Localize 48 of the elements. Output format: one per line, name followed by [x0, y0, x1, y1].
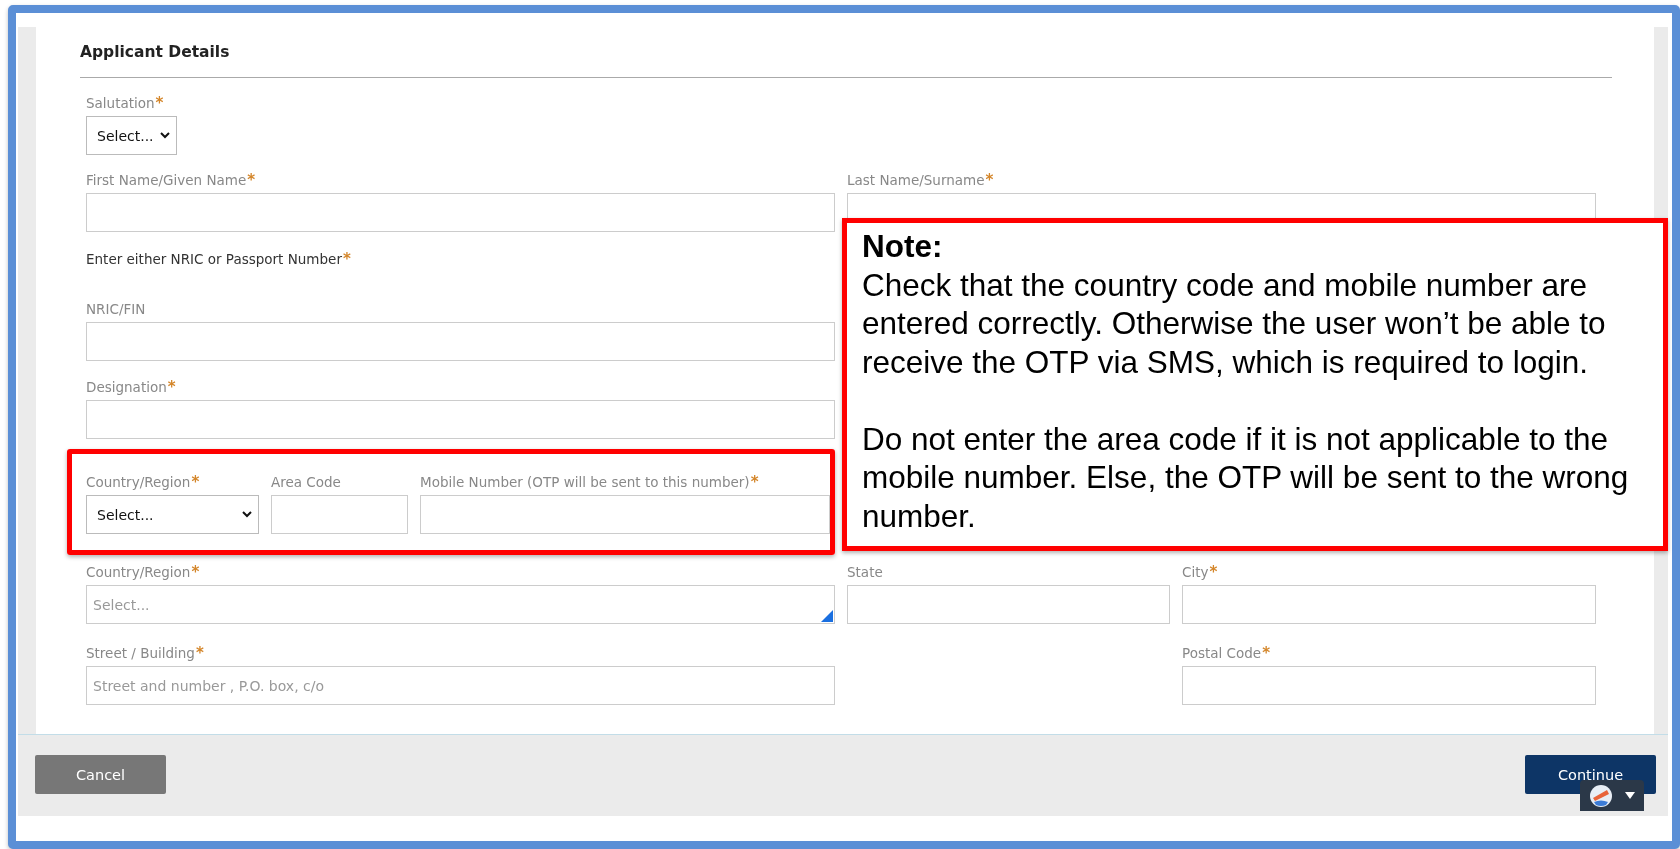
- required-mark: *: [1262, 643, 1270, 664]
- chevron-down-icon: [242, 511, 252, 518]
- field-label: Mobile Number (OTP will be sent to this number): [420, 473, 750, 492]
- note-paragraph: Check that the country code and mobile number are entered correctly. Otherwise the user won’t be able to receive the OTP via SMS, which is required to login.: [862, 265, 1607, 381]
- required-mark: *: [985, 170, 994, 191]
- required-mark: *: [191, 472, 200, 493]
- chevron-down-icon: [159, 132, 170, 139]
- text-input[interactable]: [86, 193, 835, 232]
- instruction-text: Enter either NRIC or Passport Number: [86, 250, 342, 269]
- account-menu-button[interactable]: [1580, 780, 1644, 811]
- text-input[interactable]: [847, 585, 1170, 624]
- corner-triangle-icon: [821, 610, 833, 622]
- avatar-icon: [1590, 784, 1612, 807]
- required-mark: *: [750, 472, 759, 493]
- field-label: Country/Region: [86, 473, 191, 492]
- cancel-button[interactable]: Cancel: [35, 755, 166, 794]
- text-input[interactable]: [1182, 666, 1596, 705]
- section-title: Applicant Details: [80, 41, 1612, 78]
- field-label: First Name/Given Name: [86, 171, 247, 190]
- required-mark: *: [1209, 562, 1218, 583]
- text-input[interactable]: [86, 400, 835, 439]
- text-input[interactable]: [847, 193, 1596, 219]
- required-mark: *: [195, 643, 204, 664]
- field-label: Postal Code: [1182, 644, 1262, 663]
- field-label: Designation: [86, 378, 167, 397]
- field-label: State: [847, 563, 883, 582]
- field-label: Area Code: [271, 473, 341, 492]
- field-label: City: [1182, 563, 1209, 582]
- text-input[interactable]: [1182, 585, 1596, 624]
- field-label: Street / Building: [86, 644, 195, 663]
- field-label: Country/Region: [86, 563, 191, 582]
- required-mark: *: [191, 562, 200, 583]
- note-title: Note:: [862, 227, 944, 266]
- dropdown-select[interactable]: Select...: [86, 116, 177, 155]
- text-input[interactable]: Street and number , P.O. box, c/o: [86, 666, 835, 705]
- required-mark: *: [167, 377, 176, 398]
- field-label: Salutation: [86, 94, 155, 113]
- dropdown-select[interactable]: Select...: [86, 495, 259, 534]
- field-label: NRIC/FIN: [86, 300, 146, 319]
- text-input[interactable]: [86, 322, 835, 361]
- caret-down-icon: [1625, 792, 1635, 799]
- text-input[interactable]: [271, 495, 408, 534]
- text-input[interactable]: [420, 495, 830, 534]
- required-mark: *: [155, 93, 164, 114]
- field-label: Last Name/Surname: [847, 171, 985, 190]
- required-mark: *: [247, 170, 256, 191]
- required-mark: *: [342, 249, 351, 270]
- note-paragraph: Do not enter the area code if it is not applicable to the mobile number. Else, the OTP will be sent to the wrong number.: [862, 419, 1630, 535]
